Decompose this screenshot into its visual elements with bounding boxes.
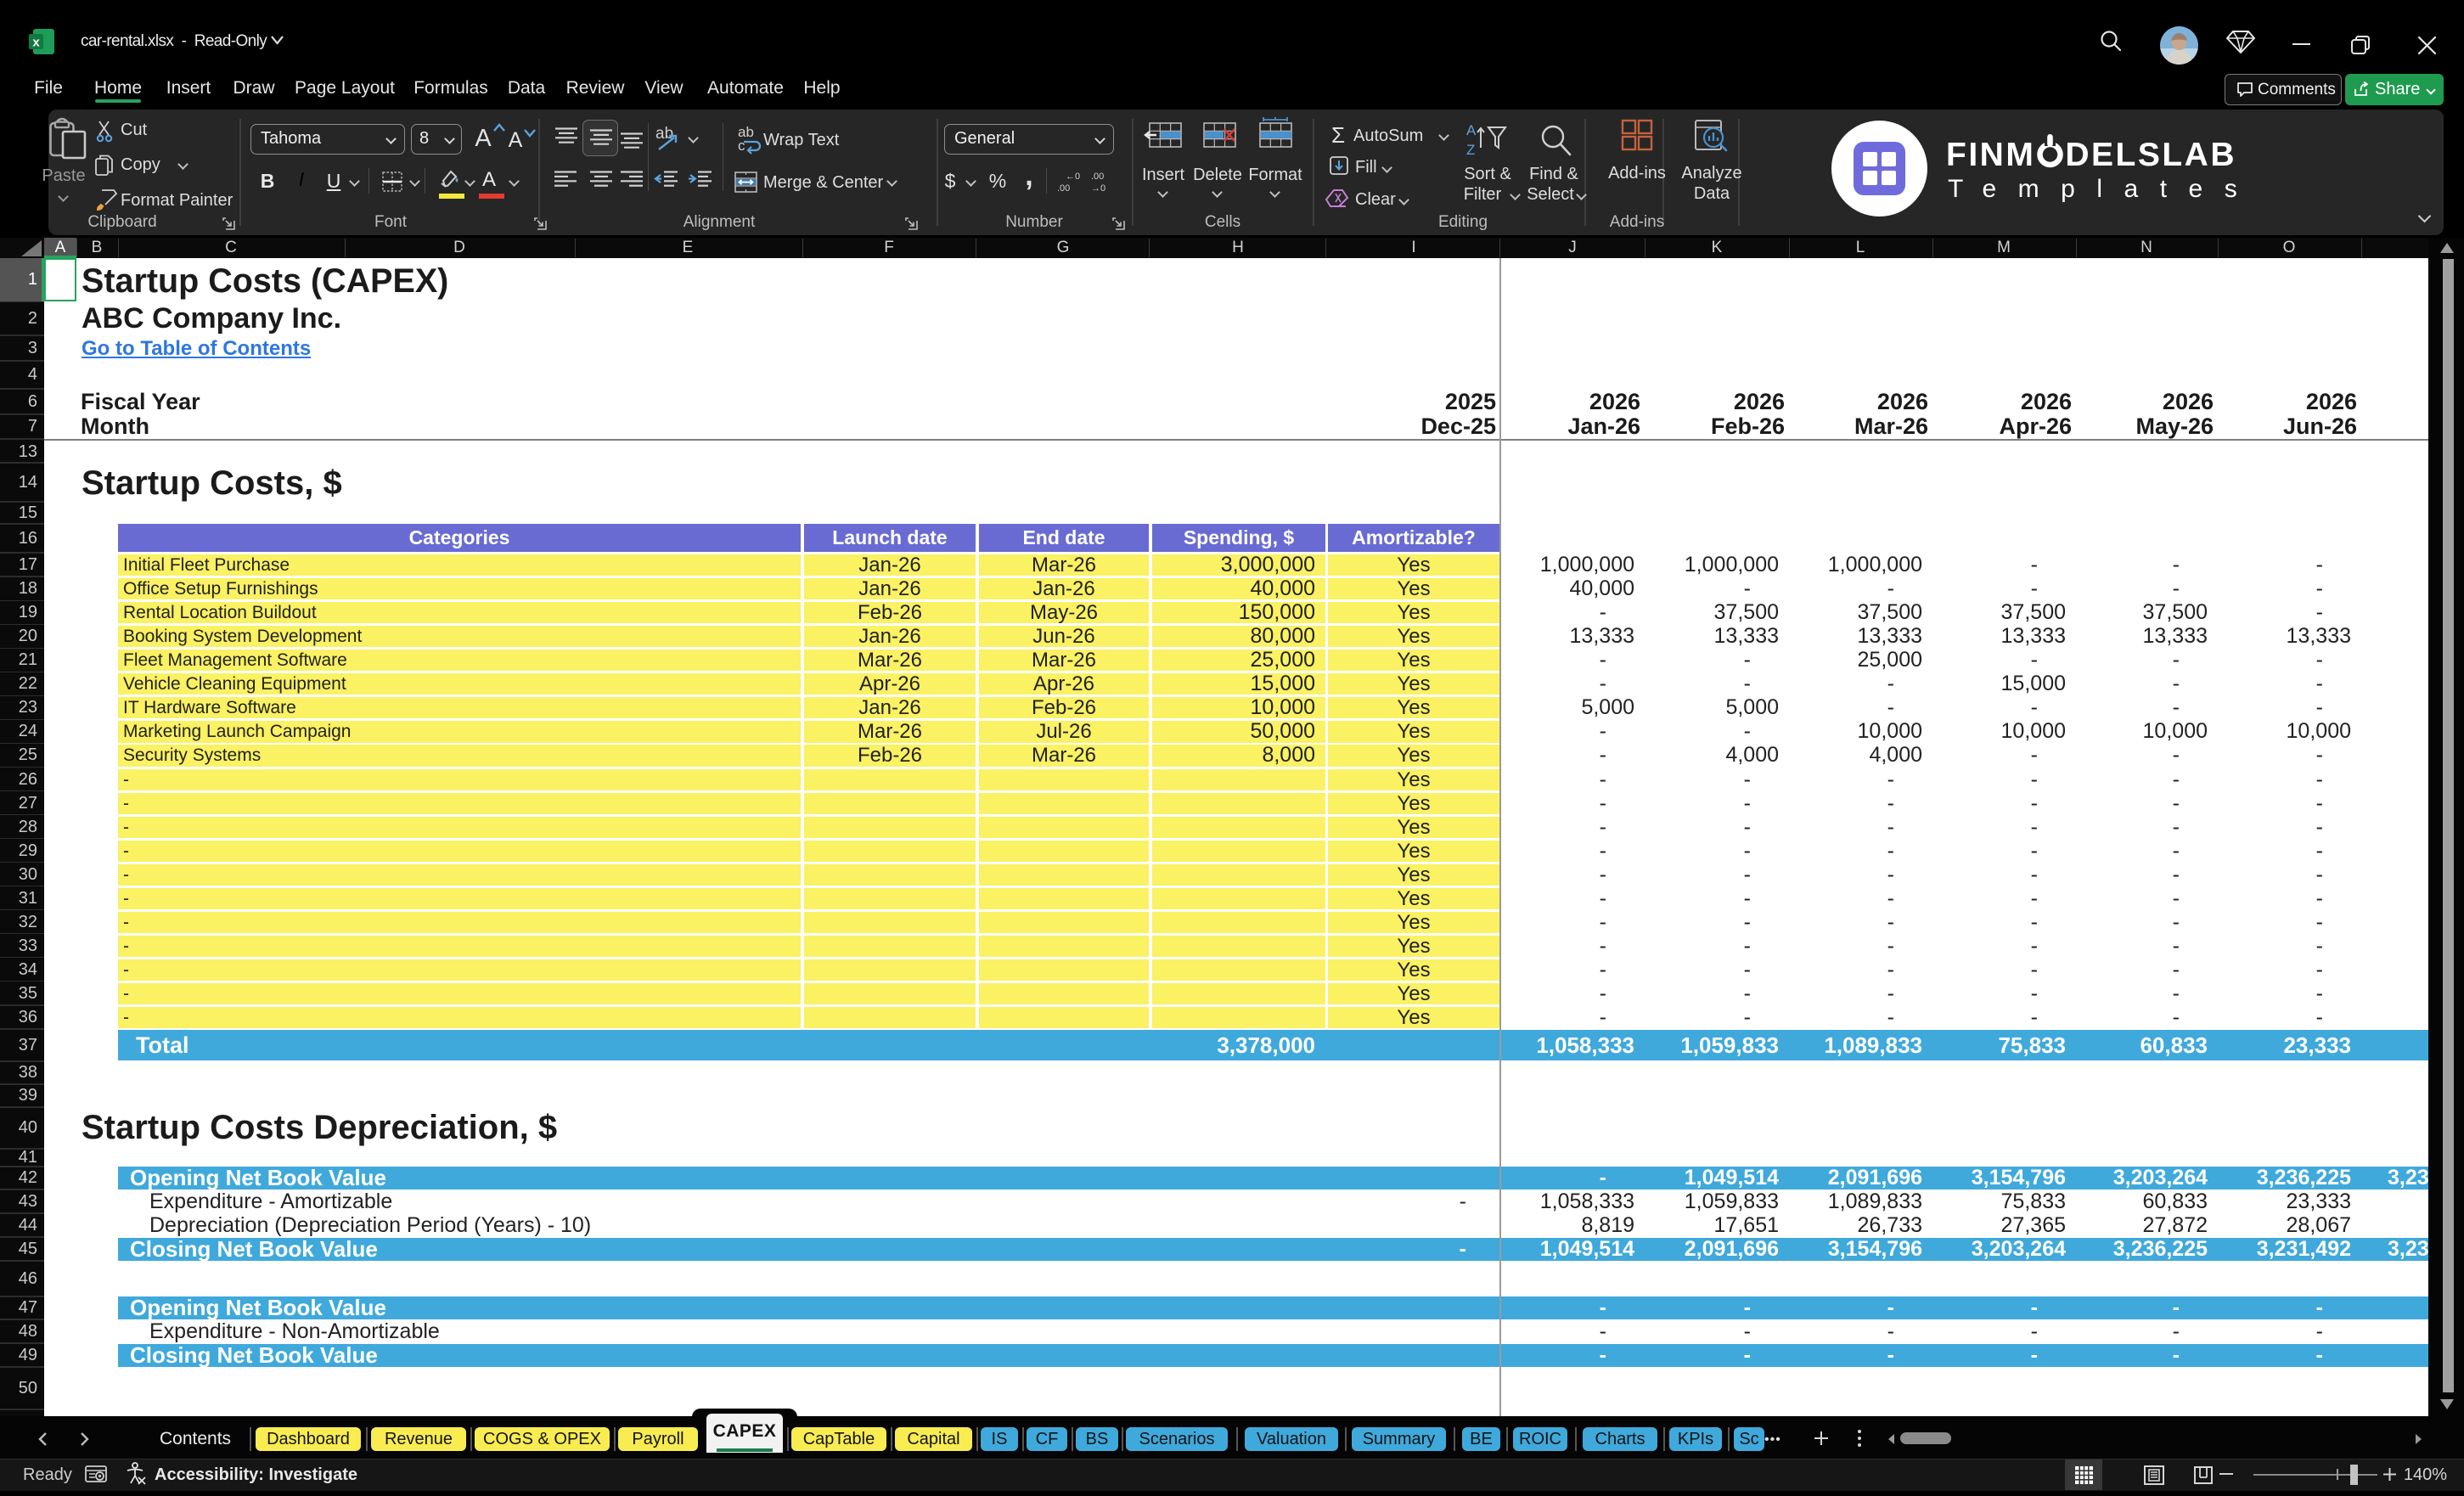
svg-text:A: A: [1466, 122, 1477, 138]
svg-text:→0: →0: [1091, 183, 1105, 194]
svg-text:←0: ←0: [1066, 172, 1080, 182]
svg-text:.00: .00: [1057, 183, 1070, 194]
svg-text:x: x: [32, 36, 40, 50]
svg-text:.00: .00: [1091, 172, 1104, 182]
svg-text:Z: Z: [1466, 142, 1475, 158]
